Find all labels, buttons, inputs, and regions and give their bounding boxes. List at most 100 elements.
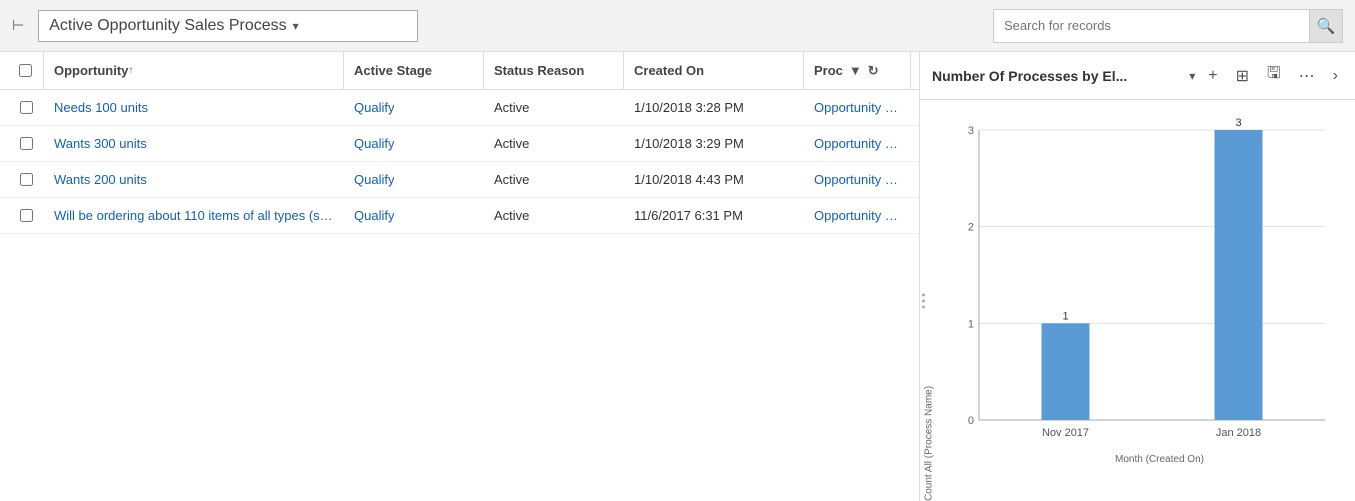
chart-expand-button[interactable]: › (1328, 65, 1343, 87)
stage-link-2[interactable]: Qualify (354, 136, 394, 151)
chart-inner: 0 1 2 3 1 Nov 2017 3 Jan 2018 Month (Created On… (944, 110, 1345, 501)
cell-stage-2: Qualify (344, 126, 484, 161)
cell-opportunity-2: Wants 300 units (44, 126, 344, 161)
chart-dropdown-arrow[interactable]: ▾ (1189, 69, 1195, 83)
cell-status-2: Active (484, 126, 624, 161)
opportunity-link-3[interactable]: Wants 200 units (54, 172, 147, 187)
stage-link-3[interactable]: Qualify (354, 172, 394, 187)
cell-process-3: Opportunity Sa... (804, 162, 911, 197)
chart-header: Number Of Processes by El... ▾ + ⊞ 🖫 ⋯ › (920, 52, 1355, 100)
row-checkbox-cell-2[interactable] (8, 137, 44, 150)
stage-link-1[interactable]: Qualify (354, 100, 394, 115)
table-row: Wants 200 units Qualify Active 1/10/2018… (0, 162, 919, 198)
col-label-created: Created On (634, 63, 704, 78)
table-row: Will be ordering about 110 items of all … (0, 198, 919, 234)
cell-stage-1: Qualify (344, 90, 484, 125)
table-row: Needs 100 units Qualify Active 1/10/2018… (0, 90, 919, 126)
stage-link-4[interactable]: Qualify (354, 208, 394, 223)
opportunity-link-1[interactable]: Needs 100 units (54, 100, 148, 115)
cell-status-3: Active (484, 162, 624, 197)
cell-created-4: 11/6/2017 6:31 PM (624, 198, 804, 233)
process-link-1[interactable]: Opportunity Sa... (814, 100, 901, 115)
chart-save-button[interactable]: 🖫 (1262, 60, 1286, 91)
refresh-icon[interactable]: ↻ (868, 63, 879, 79)
cell-process-2: Opportunity Sa... (804, 126, 911, 161)
chart-more-button[interactable]: ⋯ (1294, 64, 1320, 88)
cell-status-4: Active (484, 198, 624, 233)
opportunity-link-2[interactable]: Wants 300 units (54, 136, 147, 151)
status-text-1: Active (494, 100, 529, 115)
col-label-opportunity: Opportunity (54, 63, 128, 78)
filter-icon[interactable]: ▼ (849, 63, 862, 78)
pin-icon: ⊢ (12, 17, 24, 34)
search-button[interactable]: 🔍 (1309, 10, 1342, 42)
col-label-status: Status Reason (494, 63, 584, 78)
row-checkbox-cell-3[interactable] (8, 173, 44, 186)
cell-opportunity-4: Will be ordering about 110 items of all … (44, 198, 344, 233)
opportunity-link-4[interactable]: Will be ordering about 110 items of all … (54, 208, 334, 223)
svg-text:2: 2 (968, 222, 974, 234)
col-label-process: Proc (814, 63, 843, 78)
chart-add-button[interactable]: + (1203, 65, 1222, 87)
status-text-3: Active (494, 172, 529, 187)
chart-svg: 0 1 2 3 1 Nov 2017 3 Jan 2018 (944, 110, 1345, 450)
search-input[interactable] (994, 18, 1309, 33)
row-checkbox-cell-4[interactable] (8, 209, 44, 222)
row-checkbox-1[interactable] (20, 101, 33, 114)
cell-created-2: 1/10/2018 3:29 PM (624, 126, 804, 161)
table-row: Wants 300 units Qualify Active 1/10/2018… (0, 126, 919, 162)
main-area: Opportunity ↑ Active Stage Status Reason… (0, 52, 1355, 501)
chart-x-axis-label: Month (Created On) (944, 454, 1345, 465)
status-text-4: Active (494, 208, 529, 223)
cell-opportunity-1: Needs 100 units (44, 90, 344, 125)
top-bar: ⊢ Active Opportunity Sales Process ▾ 🔍 (0, 0, 1355, 52)
chart-title: Number Of Processes by El... (932, 68, 1181, 84)
grid-panel: Opportunity ↑ Active Stage Status Reason… (0, 52, 920, 501)
chart-y-axis-label: Count All (Process Name) (920, 110, 944, 501)
chart-layout-button[interactable]: ⊞ (1231, 64, 1254, 88)
grid-header: Opportunity ↑ Active Stage Status Reason… (0, 52, 919, 90)
created-text-1: 1/10/2018 3:28 PM (634, 100, 744, 115)
chart-panel: Number Of Processes by El... ▾ + ⊞ 🖫 ⋯ ›… (920, 52, 1355, 501)
row-checkbox-2[interactable] (20, 137, 33, 150)
select-all-checkbox-cell[interactable] (8, 52, 44, 89)
cell-process-4: Opportunity Sa... (804, 198, 911, 233)
created-text-4: 11/6/2017 6:31 PM (634, 208, 743, 223)
cell-created-3: 1/10/2018 4:43 PM (624, 162, 804, 197)
col-header-opportunity[interactable]: Opportunity ↑ (44, 52, 344, 89)
row-checkbox-4[interactable] (20, 209, 33, 222)
svg-text:Nov 2017: Nov 2017 (1042, 427, 1089, 439)
cell-created-1: 1/10/2018 3:28 PM (624, 90, 804, 125)
chart-body: Count All (Process Name) 0 1 2 3 1 Nov 2017 3 J… (920, 100, 1355, 501)
created-text-3: 1/10/2018 4:43 PM (634, 172, 744, 187)
col-header-process[interactable]: Proc ▼ ↻ (804, 52, 911, 89)
process-link-3[interactable]: Opportunity Sa... (814, 172, 901, 187)
cell-opportunity-3: Wants 200 units (44, 162, 344, 197)
process-link-2[interactable]: Opportunity Sa... (814, 136, 901, 151)
title-box[interactable]: Active Opportunity Sales Process ▾ (38, 10, 418, 42)
title-dropdown-arrow[interactable]: ▾ (293, 19, 299, 33)
row-checkbox-cell-1[interactable] (8, 101, 44, 114)
created-text-2: 1/10/2018 3:29 PM (634, 136, 744, 151)
cell-process-1: Opportunity Sa... (804, 90, 911, 125)
page-title: Active Opportunity Sales Process (49, 17, 286, 35)
svg-text:Jan 2018: Jan 2018 (1216, 427, 1261, 439)
cell-status-1: Active (484, 90, 624, 125)
status-text-2: Active (494, 136, 529, 151)
col-header-status[interactable]: Status Reason (484, 52, 624, 89)
svg-text:0: 0 (968, 415, 974, 427)
select-all-checkbox[interactable] (19, 64, 32, 77)
col-header-created[interactable]: Created On (624, 52, 804, 89)
col-header-stage[interactable]: Active Stage (344, 52, 484, 89)
svg-text:1: 1 (1062, 310, 1068, 322)
process-link-4[interactable]: Opportunity Sa... (814, 208, 901, 223)
svg-text:3: 3 (968, 125, 974, 137)
col-label-stage: Active Stage (354, 63, 432, 78)
cell-stage-3: Qualify (344, 162, 484, 197)
svg-text:3: 3 (1235, 117, 1241, 129)
row-checkbox-3[interactable] (20, 173, 33, 186)
search-area: 🔍 (993, 9, 1343, 43)
cell-stage-4: Qualify (344, 198, 484, 233)
svg-text:1: 1 (968, 318, 974, 330)
sort-icon-opportunity: ↑ (128, 65, 133, 76)
